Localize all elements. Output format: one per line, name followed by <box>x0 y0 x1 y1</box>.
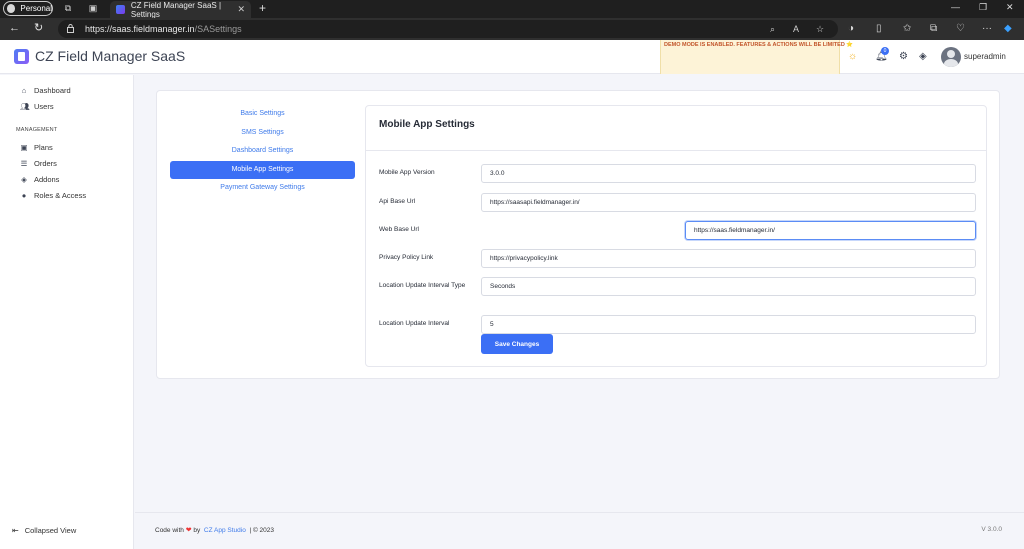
notification-count-badge: 0 <box>881 47 889 55</box>
users-icon: 👥︎ <box>20 101 30 111</box>
app-version: V 3.0.0 <box>981 526 1002 533</box>
studio-link[interactable]: CZ App Studio <box>204 527 246 534</box>
gear-icon[interactable]: ⚙ <box>899 52 908 62</box>
web-base-url-input[interactable] <box>685 221 976 240</box>
settings-card: Basic Settings SMS Settings Dashboard Se… <box>156 90 1000 379</box>
profile-button[interactable]: Personal <box>3 1 53 16</box>
sidebar-section-management: MANAGEMENT <box>16 127 58 133</box>
profile-avatar-icon <box>7 4 16 13</box>
plans-icon: ▣ <box>20 142 28 152</box>
username[interactable]: superadmin <box>964 52 1006 61</box>
demo-mode-banner: DEMO MODE IS ENABLED. FEATURES & ACTIONS… <box>660 40 853 74</box>
footer-credit: Code with ❤ by CZ App Studio | © 2023 <box>155 527 275 534</box>
copilot-icon[interactable]: ◆ <box>1004 23 1012 34</box>
shield-icon: ● <box>21 190 27 200</box>
avatar[interactable] <box>941 47 961 67</box>
layers-icon[interactable]: ◈ <box>919 52 927 62</box>
maximize-icon[interactable]: ❐ <box>979 2 987 13</box>
tab-title: CZ Field Manager SaaS | Settings <box>130 0 222 19</box>
form-divider <box>366 150 986 151</box>
mobile-app-version-input[interactable] <box>481 164 976 183</box>
app-logo-icon <box>14 49 29 64</box>
split-screen-icon[interactable]: ▯ <box>876 23 882 34</box>
location-update-interval-type-input[interactable] <box>481 277 976 296</box>
workspaces-icon[interactable]: ⧉ <box>63 3 73 13</box>
collapse-icon: ⇤ <box>12 526 19 535</box>
mobile-app-version-label: Mobile App Version <box>379 169 435 176</box>
location-update-interval-type-label: Location Update Interval Type <box>379 282 466 289</box>
window-close-icon[interactable]: ✕ <box>1006 2 1014 13</box>
sidebar-item-plans[interactable]: ▣ Plans <box>20 141 52 153</box>
collections-icon[interactable]: ⧉ <box>930 23 937 34</box>
sidebar-item-roles-access[interactable]: ● Roles & Access <box>20 189 86 201</box>
api-base-url-input[interactable] <box>481 193 976 212</box>
read-aloud-icon[interactable]: A <box>793 24 799 34</box>
browser-tab-bar: Personal ⧉ ▣ CZ Field Manager SaaS | Set… <box>0 0 1024 19</box>
url-field[interactable]: https://saas.fieldmanager.in/SASettings … <box>58 20 838 38</box>
health-icon[interactable]: ♡ <box>956 23 965 34</box>
back-icon[interactable]: ← <box>9 23 20 34</box>
app-header: CZ Field Manager SaaS DEMO MODE IS ENABL… <box>0 40 1024 74</box>
settings-menu-payment-gateway[interactable]: Payment Gateway Settings <box>170 179 355 197</box>
settings-menu-sms[interactable]: SMS Settings <box>170 124 355 142</box>
sidebar: ⌂ Dashboard 👥︎ Users MANAGEMENT ▣ Plans … <box>0 75 134 549</box>
theme-toggle-icon[interactable]: ☼ <box>848 52 857 62</box>
save-changes-button[interactable]: Save Changes <box>481 334 553 354</box>
settings-menu-mobile-app[interactable]: Mobile App Settings <box>170 161 355 179</box>
tab-favicon-icon <box>116 5 125 14</box>
app-brand[interactable]: CZ Field Manager SaaS <box>35 48 185 64</box>
privacy-policy-link-input[interactable] <box>481 249 976 268</box>
zoom-icon[interactable]: ⌕ <box>770 24 775 35</box>
sidebar-item-orders[interactable]: ☰ Orders <box>20 157 57 169</box>
heart-icon: ❤ <box>185 527 192 534</box>
tab-close-icon[interactable]: ✕ <box>237 4 245 15</box>
form-title: Mobile App Settings <box>379 119 475 130</box>
app-root: CZ Field Manager SaaS DEMO MODE IS ENABL… <box>0 40 1024 549</box>
more-options-icon[interactable]: ··· <box>982 23 992 34</box>
refresh-icon[interactable]: ↻ <box>34 23 43 34</box>
web-base-url-label: Web Base Url <box>379 226 419 233</box>
url-text: https://saas.fieldmanager.in/SASettings <box>85 24 242 34</box>
api-base-url-label: Api Base Url <box>379 198 416 205</box>
new-tab-icon[interactable]: + <box>259 1 266 15</box>
browser-address-bar: ← ↻ https://saas.fieldmanager.in/SASetti… <box>0 18 1024 40</box>
extension-icon[interactable]: ◑ <box>848 23 854 34</box>
sidebar-item-addons[interactable]: ◈ Addons <box>20 173 59 185</box>
minimize-icon[interactable]: — <box>951 2 960 12</box>
location-update-interval-input[interactable] <box>481 315 976 334</box>
settings-menu-basic[interactable]: Basic Settings <box>170 105 355 123</box>
layers-icon: ◈ <box>21 174 27 184</box>
settings-menu-dashboard[interactable]: Dashboard Settings <box>170 142 355 160</box>
orders-icon: ☰ <box>20 158 28 168</box>
favorites-icon[interactable]: ✩ <box>903 23 911 34</box>
tab-actions-icon[interactable]: ▣ <box>88 3 98 13</box>
footer: Code with ❤ by CZ App Studio | © 2023 V … <box>135 512 1024 549</box>
sidebar-item-dashboard[interactable]: ⌂ Dashboard <box>20 84 71 96</box>
mobile-app-settings-form: Mobile App Settings Mobile App Version A… <box>365 105 987 367</box>
lock-icon <box>67 24 74 33</box>
home-icon: ⌂ <box>21 85 27 95</box>
browser-tab-settings[interactable]: CZ Field Manager SaaS | Settings ✕ <box>110 0 251 19</box>
sidebar-item-users[interactable]: 👥︎ Users <box>20 100 54 112</box>
collapse-sidebar-button[interactable]: ⇤ Collapsed View <box>12 526 76 535</box>
privacy-policy-link-label: Privacy Policy Link <box>379 254 434 261</box>
location-update-interval-label: Location Update Interval <box>379 320 450 327</box>
profile-label: Personal <box>20 4 52 13</box>
favorite-star-icon[interactable]: ☆ <box>816 24 824 35</box>
